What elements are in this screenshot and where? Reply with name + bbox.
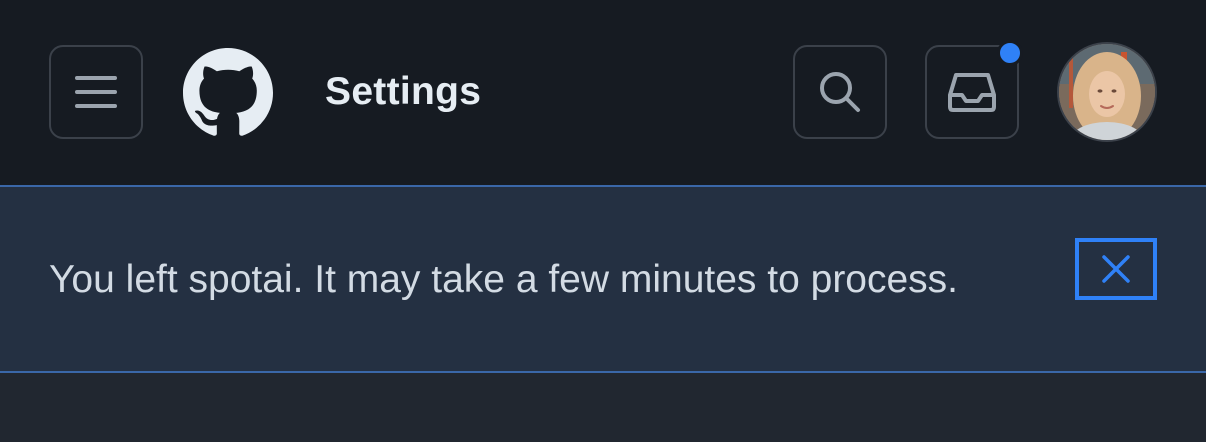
- dismiss-button[interactable]: [1075, 238, 1157, 300]
- unread-notification-dot: [997, 40, 1023, 66]
- flash-notice: You left spotai. It may take a few minut…: [0, 185, 1206, 373]
- close-icon: [1102, 255, 1130, 283]
- user-avatar[interactable]: [1057, 42, 1157, 142]
- top-app-bar: Settings: [0, 0, 1206, 185]
- menu-button[interactable]: [49, 45, 143, 139]
- inbox-icon: [948, 73, 996, 112]
- page-title: Settings: [325, 70, 482, 113]
- hamburger-menu-icon: [75, 76, 117, 108]
- github-logo-icon[interactable]: [183, 48, 273, 138]
- avatar-image: [1059, 44, 1155, 140]
- search-icon: [820, 72, 860, 112]
- flash-notice-message: You left spotai. It may take a few minut…: [49, 258, 959, 301]
- search-button[interactable]: [793, 45, 887, 139]
